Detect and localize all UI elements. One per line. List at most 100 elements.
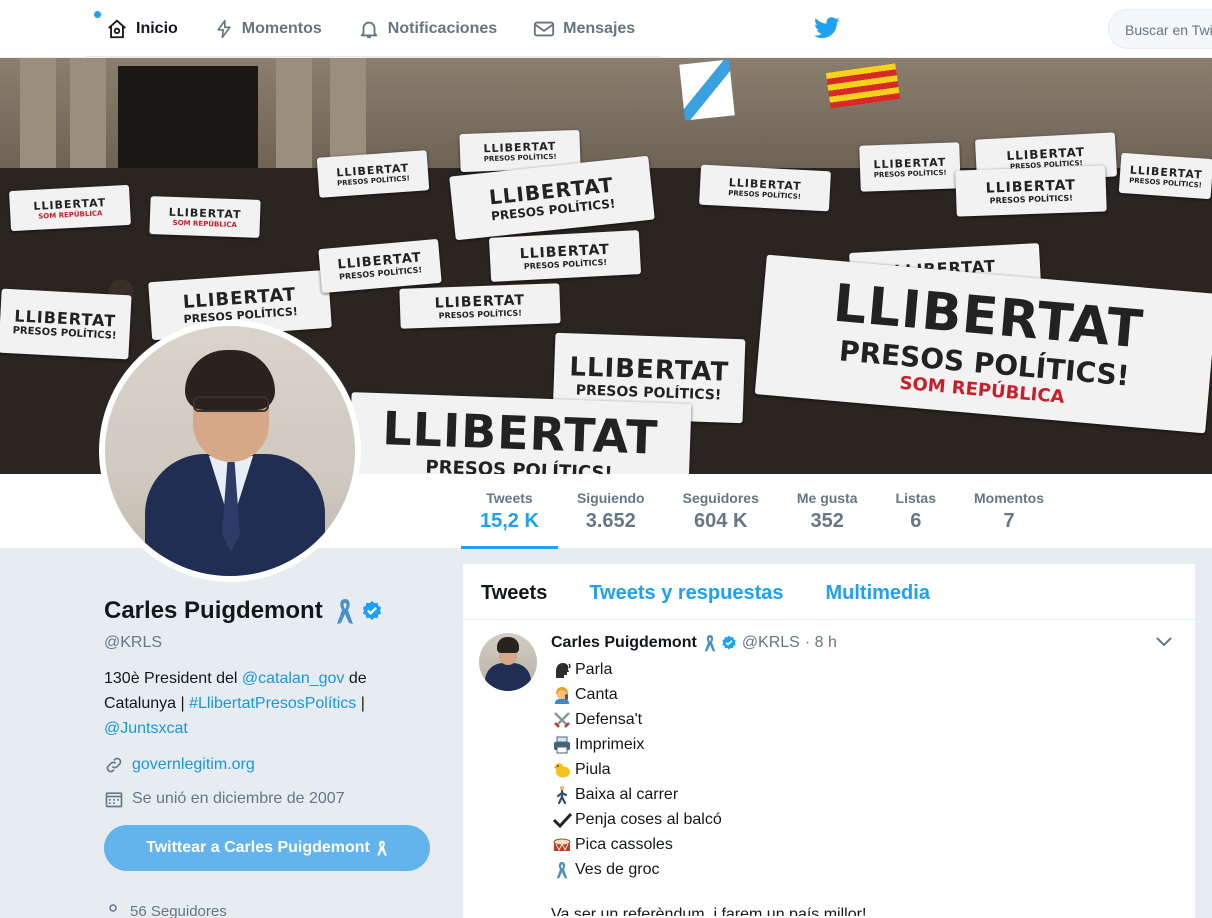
tab-tweets-replies[interactable]: Tweets y respuestas [589,564,783,619]
tweet-line: Imprimeix [551,732,1179,757]
tweet-line-text: Piula [575,760,611,778]
banner-sign: LLIBERTAT SOM REPÚBLICA [149,196,261,238]
tweet-line: Canta [551,682,1179,707]
tweet-line: Parla [551,657,1179,682]
verified-badge-icon [722,635,736,650]
printer-icon [551,735,573,755]
tweet-line-text: Penja coses al balcó [575,810,722,828]
profile-card: Carles Puigdemont @KRLS 130è President d… [104,596,434,871]
nav-notifications[interactable]: Notificaciones [340,0,515,58]
chevron-down-icon[interactable] [1155,636,1173,648]
tweet-line-text: Parla [575,660,613,678]
avatar-glasses [193,396,269,412]
stat-label: Siguiendo [576,490,645,506]
yellow-ribbon-icon [704,635,716,652]
top-navigation-bar: Inicio Momentos Notificaciones Mensajes … [0,0,1212,58]
stat-lists[interactable]: Listas 6 [877,474,955,549]
tweet-line: Penja coses al balcó [551,807,1179,832]
drum-icon [551,835,573,855]
nav-messages[interactable]: Mensajes [515,0,653,58]
banner-sign: LLIBERTAT PRESOS POLÍTICS! [859,142,961,192]
bio-link-juntsxcat[interactable]: @Juntsxcat [104,720,188,737]
followers-you-know[interactable]: 56 Seguidores [104,902,227,918]
verified-badge-icon [362,600,381,621]
tweet-author-name[interactable]: Carles Puigdemont [551,634,697,652]
tweet-author-handle[interactable]: @KRLS [742,634,800,652]
profile-avatar[interactable] [99,320,361,582]
stat-followers[interactable]: Seguidores 604 K [664,474,778,549]
tweet-to-button[interactable]: Twittear a Carles Puigdemont [104,825,430,871]
tweet-avatar[interactable] [479,633,537,691]
person-icon [109,904,117,912]
profile-stats: Tweets 15,2 K Siguiendo 3.652 Seguidores… [461,474,1063,549]
stat-tweets[interactable]: Tweets 15,2 K [461,474,558,549]
stat-moments[interactable]: Momentos 7 [955,474,1063,549]
stat-label: Momentos [974,490,1045,506]
bio-hashtag[interactable]: #LlibertatPresosPolítics [189,695,356,712]
profile-handle[interactable]: @KRLS [104,634,434,652]
crossed-swords-icon [551,710,573,730]
main-nav: Inicio Momentos Notificaciones Mensajes [86,0,653,58]
tweet-avatar-suit [485,663,531,691]
singer-icon [551,685,573,705]
profile-name[interactable]: Carles Puigdemont [104,597,323,625]
yellow-ribbon-icon [336,599,353,624]
avatar-photo [105,326,355,576]
banner-sign: LLIBERTAT PRESOS POLÍTICS! [488,230,642,282]
join-date-text: Se unió en diciembre de 2007 [132,790,345,807]
profile-join-date: Se unió en diciembre de 2007 [104,789,434,809]
website-link[interactable]: governlegitim.org [132,756,255,774]
speaking-head-icon [551,660,573,680]
tweet-line: Pica cassoles [551,832,1179,857]
banner-sign: LLIBERTAT PRESOS POLÍTICS! [1118,152,1212,200]
timeline-tabs: Tweets Tweets y respuestas Multimedia [463,564,1195,620]
home-icon [108,19,126,39]
ribbon-icon [377,840,387,856]
nav-divider [86,56,660,58]
stat-value: 6 [910,510,922,532]
nav-messages-label: Mensajes [563,20,636,37]
banner-sign: LLIBERTAT PRESOS POLÍTICS! [316,150,430,198]
tweet-item[interactable]: Carles Puigdemont @KRLS · 8 h Parla Cant… [463,620,1195,916]
banner-sign: LLIBERTAT PRESOS POLÍTICS! [955,165,1107,217]
ribbon-icon [551,860,573,880]
stat-likes[interactable]: Me gusta 352 [778,474,877,549]
nav-home[interactable]: Inicio [86,0,196,58]
bio-text: | [356,695,365,712]
banner-sign: LLIBERTAT PRESOS POLÍTICS! [0,288,132,360]
stat-value: 3.652 [585,510,636,532]
tab-tweets[interactable]: Tweets [481,564,547,619]
new-activity-dot [94,11,101,18]
stat-value: 352 [810,510,844,532]
chick-icon [551,760,573,780]
tweet-line: Piula [551,757,1179,782]
tab-media[interactable]: Multimedia [826,564,930,619]
walking-person-icon [551,785,573,805]
link-icon [106,757,122,773]
stat-value: 604 K [694,510,748,532]
tweet-avatar-hair [497,637,519,653]
profile-bio: 130è President del @catalan_gov de Catal… [104,666,434,741]
banner-sign: LLIBERTAT PRESOS POLÍTICS! [399,283,561,329]
bio-link-catalan-gov[interactable]: @catalan_gov [242,670,345,687]
tweet-header: Carles Puigdemont @KRLS · 8 h [551,632,1179,654]
banner-flag-galicia [679,59,735,121]
banner-sign: LLIBERTAT SOM REPÚBLICA [9,184,131,232]
stat-value: 15,2 K [480,510,539,532]
nav-notifications-label: Notificaciones [387,20,498,37]
tweet-timestamp[interactable]: · 8 h [805,634,837,652]
stat-following[interactable]: Siguiendo 3.652 [558,474,664,549]
bell-icon [360,21,378,39]
tweet-line: Baixa al carrer [551,782,1179,807]
twitter-bird-icon[interactable] [814,17,840,39]
banner-sign: LLIBERTAT PRESOS POLÍTICS! [699,164,831,212]
tweet-line-text: Canta [575,685,618,703]
tweet-line-text: Baixa al carrer [575,785,679,803]
search-input[interactable]: Buscar en Twitter [1108,9,1212,49]
tweet-continuation: Va ser un referèndum, i farem un país mi… [551,906,867,916]
bio-text: 130è President del [104,670,242,687]
below-fold-text: 56 Seguidores [130,902,227,918]
calendar-icon [105,792,123,808]
nav-moments[interactable]: Momentos [196,0,340,58]
profile-website: governlegitim.org [104,755,434,775]
